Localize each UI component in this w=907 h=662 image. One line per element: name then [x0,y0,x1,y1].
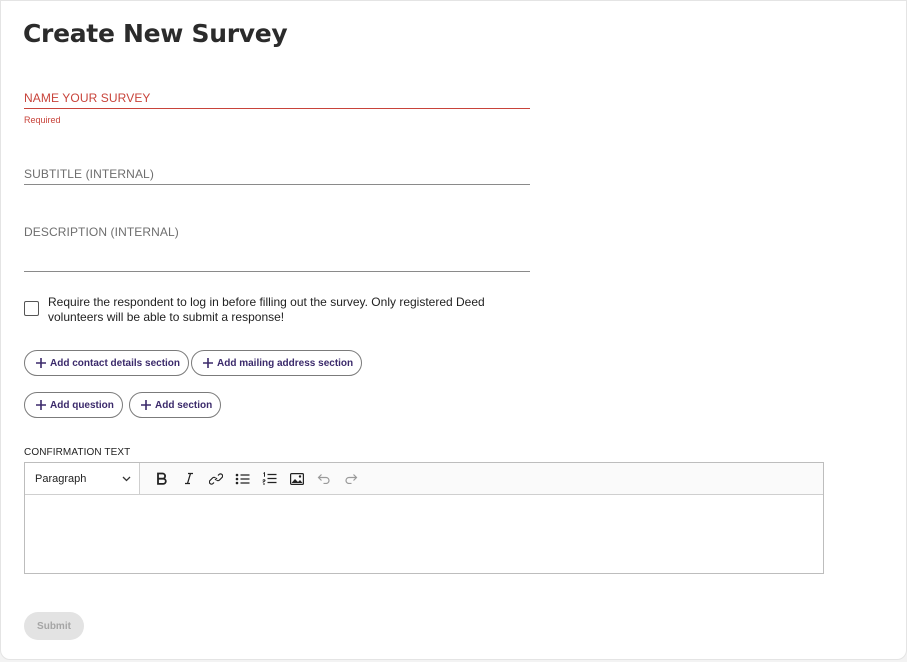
redo-button[interactable] [337,467,364,491]
survey-name-label: NAME YOUR SURVEY [24,91,151,105]
submit-button[interactable]: Submit [24,612,84,640]
block-format-dropdown[interactable]: Paragraph [25,463,140,494]
require-login-label[interactable]: Require the respondent to log in before … [48,295,508,325]
subtitle-field[interactable]: SUBTITLE (INTERNAL) [24,167,530,185]
plus-icon [141,400,151,410]
chevron-down-icon [122,476,131,481]
editor-toolbar: Paragraph [25,463,823,495]
confirmation-rich-text-editor: Paragraph [24,462,824,574]
bulleted-list-button[interactable] [229,467,256,491]
add-section-button[interactable]: Add section [129,392,222,418]
description-field[interactable]: DESCRIPTION (INTERNAL) [24,225,530,272]
editor-content-area[interactable] [25,495,823,573]
bold-button[interactable] [148,467,175,491]
plus-icon [36,400,46,410]
add-contact-details-button[interactable]: Add contact details section [24,350,190,376]
survey-name-required-hint: Required [24,115,61,125]
block-format-value: Paragraph [35,472,87,485]
link-icon [208,472,223,485]
confirmation-text-label: CONFIRMATION TEXT [24,447,131,458]
italic-icon [184,472,193,485]
add-question-label: Add question [50,399,114,411]
redo-icon [344,474,357,484]
image-icon [289,472,304,485]
require-login-checkbox[interactable] [24,301,39,316]
italic-button[interactable] [175,467,202,491]
plus-icon [203,358,213,368]
insert-image-button[interactable] [283,467,310,491]
add-mailing-address-label: Add mailing address section [217,357,354,369]
survey-name-field[interactable]: NAME YOUR SURVEY [24,91,530,109]
add-contact-details-label: Add contact details section [50,357,181,369]
add-mailing-address-button[interactable]: Add mailing address section [191,350,363,376]
require-login-option: Require the respondent to log in before … [24,295,508,325]
bulleted-list-icon [235,473,250,484]
page-title: Create New Survey [23,19,288,48]
add-question-button[interactable]: Add question [24,392,123,418]
add-section-label: Add section [155,399,213,411]
description-label: DESCRIPTION (INTERNAL) [24,225,179,239]
survey-form-card: Create New Survey NAME YOUR SURVEY Requi… [0,0,907,660]
bold-icon [156,472,167,485]
numbered-list-button[interactable] [256,467,283,491]
subtitle-label: SUBTITLE (INTERNAL) [24,167,154,181]
undo-icon [317,474,330,484]
plus-icon [36,358,46,368]
undo-button[interactable] [310,467,337,491]
link-button[interactable] [202,467,229,491]
numbered-list-icon [262,472,277,485]
